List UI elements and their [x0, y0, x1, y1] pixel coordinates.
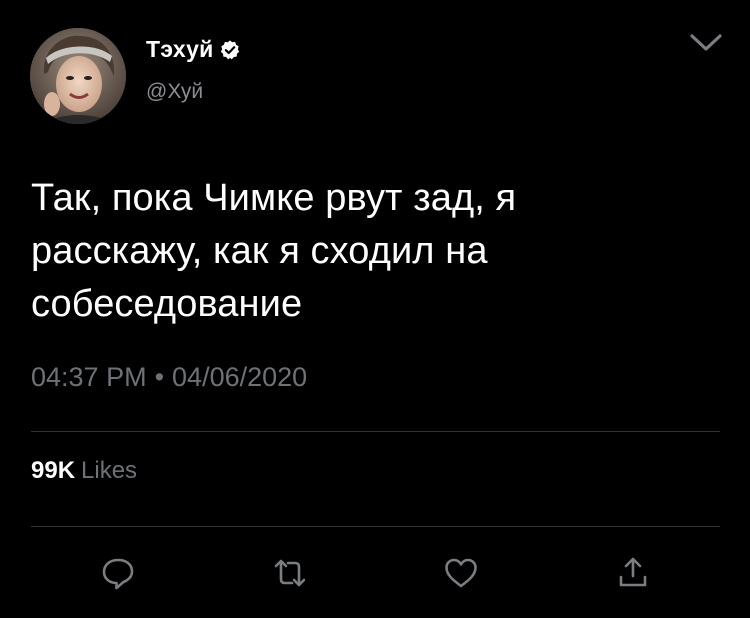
divider-bottom	[31, 526, 720, 527]
display-name[interactable]: Тэхуй	[146, 36, 213, 63]
tweet-text-line: Так, пока Чимке рвут зад, я	[31, 177, 517, 219]
verified-badge-icon	[219, 39, 241, 61]
likes-label: Likes	[81, 457, 138, 484]
retweet-icon[interactable]	[272, 555, 308, 591]
tweet-text-line: собеседование	[31, 283, 303, 325]
tweet-text-line: расскажу, как я сходил на	[31, 230, 488, 272]
tweet-card: Тэхуй @Хуй Так, пока Чимке рвут зад, я р…	[0, 0, 750, 618]
avatar[interactable]	[30, 28, 126, 124]
timestamp-separator: •	[154, 362, 165, 392]
avatar-photo-icon	[30, 28, 126, 124]
tweet-timestamp[interactable]: 04:37 PM • 04/06/2020	[31, 362, 307, 393]
user-handle[interactable]: @Хуй	[146, 80, 203, 104]
tweet-date: 04/06/2020	[172, 362, 308, 392]
share-icon[interactable]	[615, 555, 651, 591]
tweet-text: Так, пока Чимке рвут зад, я расскажу, ка…	[31, 172, 671, 331]
like-icon[interactable]	[443, 555, 479, 591]
likes-stat[interactable]: 99K Likes	[31, 457, 137, 485]
likes-count: 99K	[31, 457, 76, 484]
chevron-down-icon[interactable]	[688, 32, 724, 54]
reply-icon[interactable]	[100, 555, 136, 591]
user-name-row: Тэхуй	[146, 36, 241, 63]
divider-top	[31, 431, 720, 432]
tweet-time: 04:37 PM	[31, 362, 147, 392]
